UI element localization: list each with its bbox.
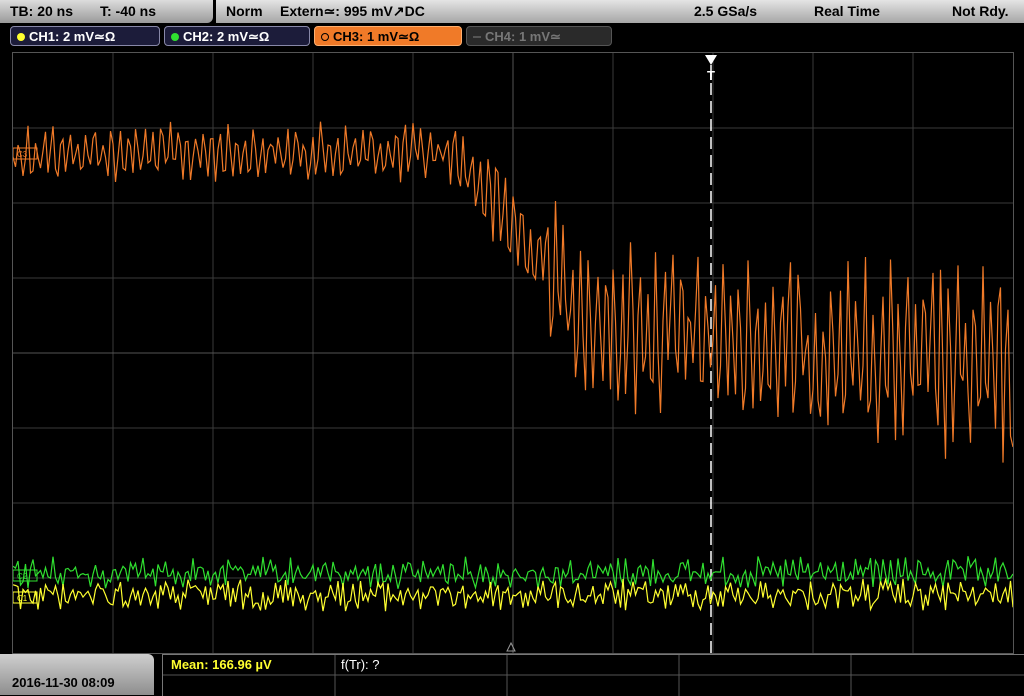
top-status-bar: TB: 20 ns T: -40 ns Norm Extern≃: 995 mV… <box>0 0 1024 24</box>
acquisition-mode: Real Time <box>814 3 880 19</box>
run-status: Not Rdy. <box>952 3 1009 19</box>
trigger-mode: Norm <box>226 3 263 19</box>
svg-text:C1: C1 <box>17 594 28 603</box>
channel-tabs: CH1: 2 mV≃Ω CH2: 2 mV≃Ω CH3: 1 mV≃Ω CH4:… <box>0 26 1024 48</box>
waveform-graph: T C3 C2 C1 <box>12 53 1014 653</box>
svg-text:C2: C2 <box>17 572 28 581</box>
trigger-time-label: T: -40 ns <box>100 3 157 19</box>
svg-text:C3: C3 <box>17 150 28 159</box>
channel-3-label: CH3: 1 mV≃Ω <box>333 29 420 44</box>
measurement-panel[interactable]: Mean: 166.96 µV f(Tr): ? <box>162 654 1024 696</box>
timebase-label: TB: 20 ns <box>10 3 74 19</box>
channel-3-level-marker[interactable]: C3 <box>12 147 38 160</box>
trigger-position-icon[interactable] <box>705 55 717 65</box>
datetime-panel: 2016-11-30 08:09 <box>0 654 154 695</box>
channel-4-label: CH4: 1 mV≃ <box>485 29 561 44</box>
trigger-offset-icon <box>506 641 516 652</box>
channel-2-tab[interactable]: CH2: 2 mV≃Ω <box>164 26 310 46</box>
mean-measurement: Mean: 166.96 µV <box>171 657 272 672</box>
channel-4-tab[interactable]: CH4: 1 mV≃ <box>466 26 612 46</box>
sample-rate: 2.5 GSa/s <box>694 3 758 19</box>
channel-2-dot-icon <box>171 33 179 41</box>
channel-2-level-marker[interactable]: C2 <box>12 569 38 582</box>
datetime-label: 2016-11-30 08:09 <box>12 675 115 690</box>
channel-1-label: CH1: 2 mV≃Ω <box>29 29 116 44</box>
channel-3-dot-icon <box>321 33 329 41</box>
trigger-frequency-measurement: f(Tr): ? <box>341 657 380 672</box>
trigger-source: Extern≃: 995 mV↗DC <box>280 3 425 19</box>
channel-1-dot-icon <box>17 33 25 41</box>
channel-3-tab[interactable]: CH3: 1 mV≃Ω <box>314 26 462 46</box>
channel-1-tab[interactable]: CH1: 2 mV≃Ω <box>10 26 160 46</box>
channel-4-dash-icon <box>473 36 481 38</box>
trigger-marker-label: T <box>707 68 715 83</box>
channel-2-label: CH2: 2 mV≃Ω <box>183 29 270 44</box>
waveform-display[interactable]: T C3 C2 C1 <box>12 52 1014 654</box>
acquisition-panel[interactable]: Norm Extern≃: 995 mV↗DC 2.5 GSa/s Real T… <box>216 0 1024 23</box>
bottom-bar: 2016-11-30 08:09 Mean: 166.96 µV f(Tr): … <box>0 654 1024 696</box>
measurement-grid <box>163 655 1024 696</box>
timebase-panel[interactable]: TB: 20 ns T: -40 ns <box>0 0 213 23</box>
